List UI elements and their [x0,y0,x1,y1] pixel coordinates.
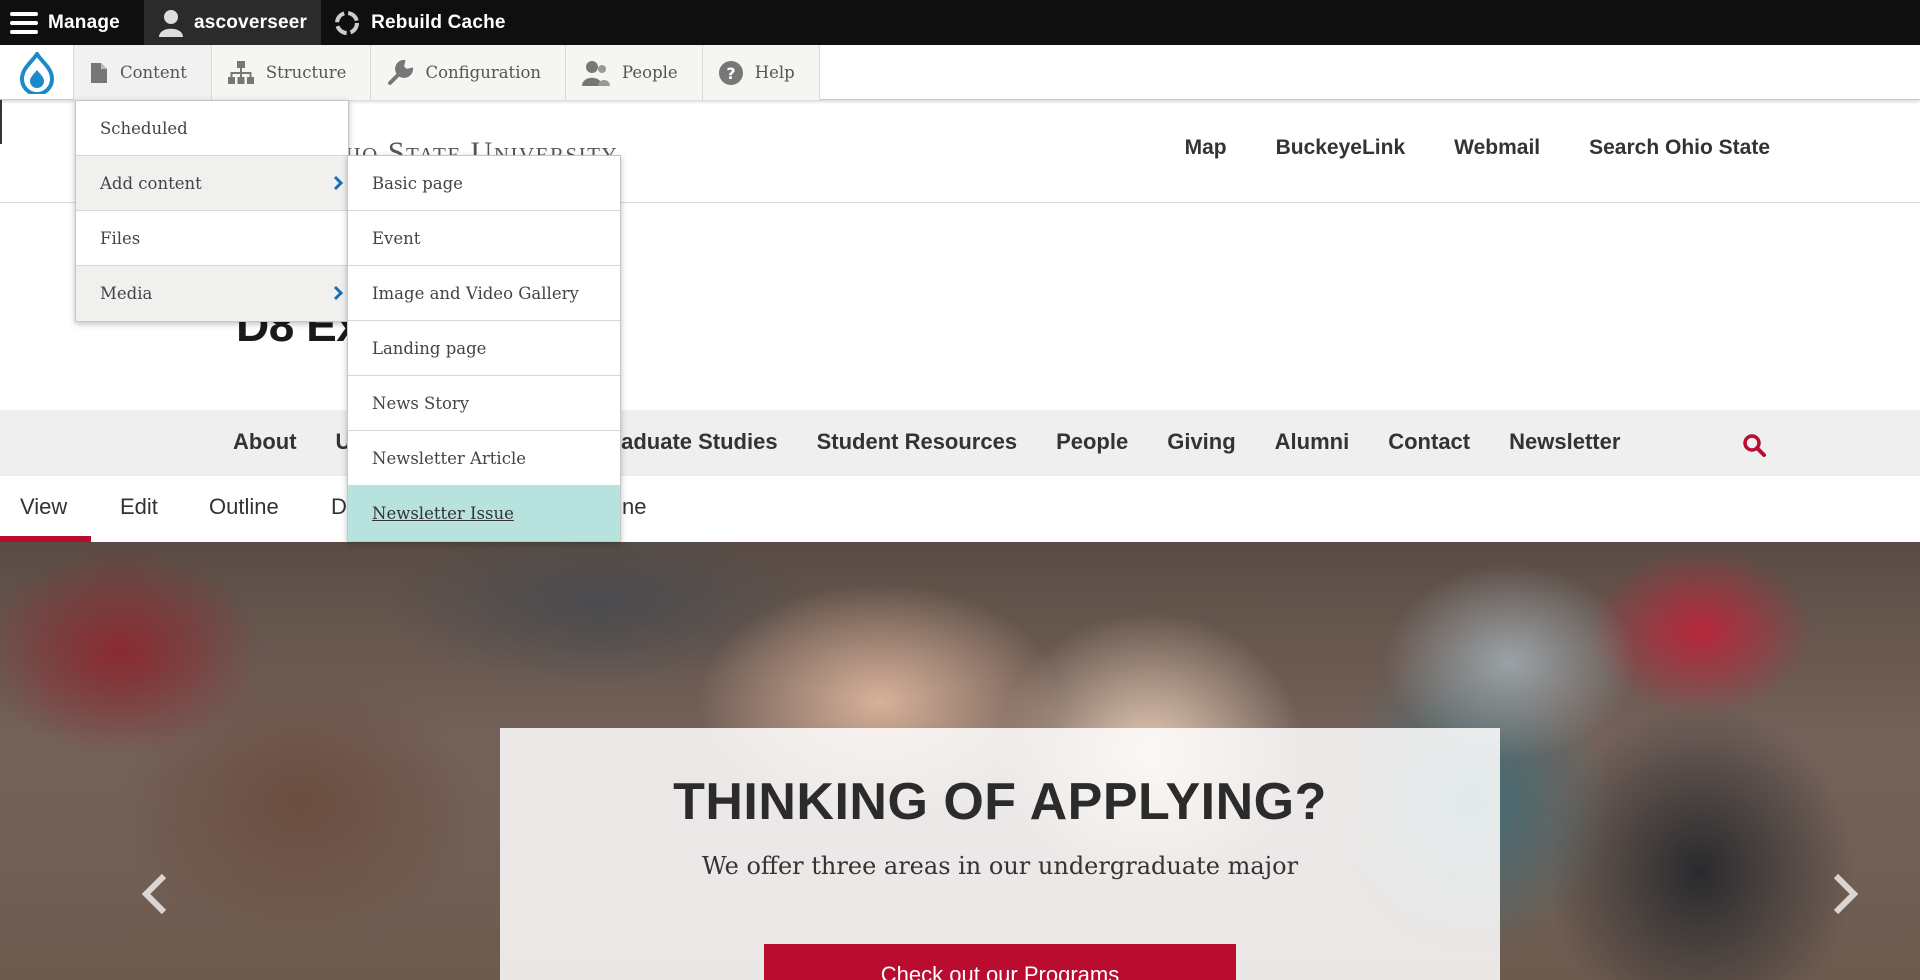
tab-delete[interactable]: D [331,494,347,520]
user-button[interactable]: ascoverseer [143,0,322,45]
add-content-submenu: Basic page Event Image and Video Gallery… [347,155,621,542]
tray-content-label: Content [120,63,187,82]
tray-configuration[interactable]: Configuration [371,45,567,100]
menu-item-files[interactable]: Files [76,211,348,266]
text-cursor [0,100,2,144]
tab-clone[interactable]: ne [622,494,646,520]
chevron-right-icon [333,285,344,301]
tray-structure-label: Structure [265,63,347,82]
nav-item-people[interactable]: People [1056,429,1128,455]
nav-item-contact[interactable]: Contact [1388,429,1470,455]
tray-content[interactable]: Content [74,45,212,100]
drupal-logo-link[interactable] [0,45,74,100]
header-links: Map BuckeyeLink Webmail Search Ohio Stat… [1185,136,1770,160]
header-link-buckeyelink[interactable]: BuckeyeLink [1276,136,1406,160]
main-nav: About U raduate Studies Student Resource… [0,410,1920,476]
header-link-map[interactable]: Map [1185,136,1227,160]
tray-people-label: People [622,63,678,82]
menu-item-image-video-gallery[interactable]: Image and Video Gallery [348,266,620,321]
nav-item-graduate-studies[interactable]: raduate Studies [613,429,778,455]
menu-item-newsletter-issue[interactable]: Newsletter Issue [348,486,620,541]
tray-structure[interactable]: Structure [211,45,372,100]
menu-item-news-story[interactable]: News Story [348,376,620,431]
local-tasks-tabs: View Edit Outline D ne [0,476,1920,542]
menu-item-basic-page[interactable]: Basic page [348,156,620,211]
menu-item-scheduled[interactable]: Scheduled [76,101,348,156]
hamburger-icon [10,11,38,34]
menu-item-add-content[interactable]: Add content [76,156,348,211]
menu-item-label: Basic page [372,173,463,193]
nav-item-student-resources[interactable]: Student Resources [817,429,1018,455]
menu-item-event[interactable]: Event [348,211,620,266]
rebuild-cache-label: Rebuild Cache [371,11,506,33]
nav-item-alumni[interactable]: Alumni [1275,429,1350,455]
chevron-right-icon [333,175,344,191]
nav-item-newsletter[interactable]: Newsletter [1509,429,1620,455]
menu-item-label: Landing page [372,338,487,358]
tray-people[interactable]: People [566,45,703,100]
tray-configuration-label: Configuration [425,63,542,82]
menu-item-newsletter-article[interactable]: Newsletter Article [348,431,620,486]
user-label: ascoverseer [193,11,308,33]
check-out-programs-button[interactable]: Check out our Programs [764,944,1236,980]
menu-item-label: Newsletter Issue [372,504,514,523]
hero-subtitle: We offer three areas in our undergraduat… [701,852,1299,880]
hero-title: THINKING OF APPLYING? [673,773,1327,831]
header-link-search-ohio-state[interactable]: Search Ohio State [1589,136,1770,160]
menu-item-label: News Story [372,393,470,413]
menu-item-label: Newsletter Article [372,448,526,468]
hero-card: THINKING OF APPLYING? We offer three are… [500,728,1500,980]
tab-outline[interactable]: Outline [209,494,279,520]
menu-item-label: Image and Video Gallery [372,283,579,303]
svg-text:?: ? [726,64,735,83]
manage-button[interactable]: Manage [0,0,144,45]
menu-item-label: Add content [100,173,202,193]
menu-item-label: Scheduled [100,118,188,138]
search-icon[interactable] [1742,433,1766,457]
content-dropdown-menu: Scheduled Add content Files Media [75,100,349,322]
nav-item-about[interactable]: About [233,429,297,455]
admin-tray: Content Structure Configuration People ?… [0,45,1920,100]
carousel-next-icon[interactable] [1830,872,1862,916]
tray-help-label: Help [754,63,795,82]
help-icon: ? [718,60,743,85]
file-icon [91,62,107,83]
menu-item-label: Files [100,228,141,248]
menu-item-landing-page[interactable]: Landing page [348,321,620,376]
recycle-icon [335,10,360,35]
hero-carousel: THINKING OF APPLYING? We offer three are… [0,542,1920,980]
people-icon [582,60,611,86]
rebuild-cache-button[interactable]: Rebuild Cache [321,0,520,45]
menu-item-media[interactable]: Media [76,266,348,321]
carousel-prev-icon[interactable] [138,872,170,916]
admin-toolbar: Manage ascoverseer Rebuild Cache [0,0,1920,45]
user-icon [158,9,183,37]
tab-view[interactable]: View [20,494,67,520]
wrench-icon [388,59,414,85]
drupal-icon [19,51,54,94]
tray-help[interactable]: ? Help [702,45,820,100]
manage-label: Manage [48,11,120,33]
menu-item-label: Event [372,228,421,248]
nav-item-giving[interactable]: Giving [1167,429,1235,455]
tab-edit[interactable]: Edit [120,494,158,520]
menu-item-label: Media [100,284,153,303]
header-link-webmail[interactable]: Webmail [1454,136,1540,160]
sitemap-icon [227,60,254,84]
